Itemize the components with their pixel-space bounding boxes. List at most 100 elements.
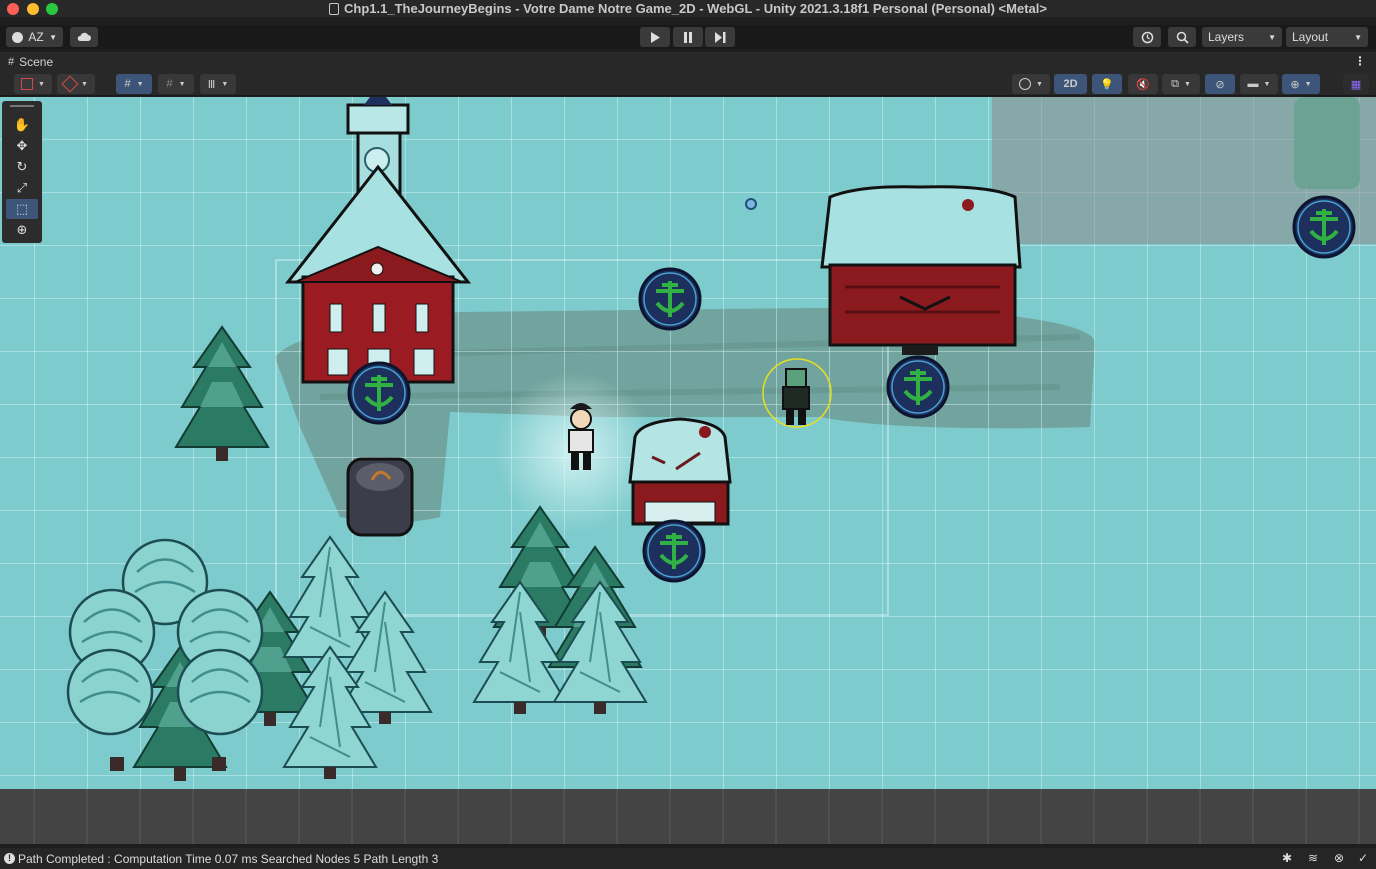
snap-grid-icon: # xyxy=(166,78,173,90)
scene-canvas xyxy=(0,97,1376,789)
bug-icon[interactable]: ✱ xyxy=(1282,851,1292,865)
cloud-icon xyxy=(77,32,91,41)
2d-toggle-label: 2D xyxy=(1063,78,1078,90)
scene-tab-bar: # Scene ⋮ xyxy=(0,52,1376,72)
offscreen-tree xyxy=(1294,97,1360,189)
transform-tool-button[interactable]: ⊕ xyxy=(6,220,38,240)
rect-transform-icon: ⬚ xyxy=(15,201,29,216)
rotate-tool-button[interactable]: ↻ xyxy=(6,157,38,177)
rect-tool-button[interactable]: ⬚ xyxy=(6,199,38,219)
cloud-button[interactable] xyxy=(70,27,98,47)
shading-mode-dropdown[interactable]: ▼ xyxy=(1012,74,1050,94)
increment-snap-dropdown[interactable]: Ⅲ ▼ xyxy=(200,74,236,94)
audio-toggle[interactable]: 🔇 xyxy=(1128,74,1158,94)
window-title: Chp1.1_TheJourneyBegins - Votre Dame Not… xyxy=(344,1,1047,16)
grid-visibility-dropdown[interactable]: # ▼ xyxy=(116,74,152,94)
check-circle-icon[interactable]: ✓ xyxy=(1358,851,1368,865)
2d-toggle[interactable]: 2D xyxy=(1054,74,1087,94)
grid-dots-icon: ▦ xyxy=(1350,78,1362,91)
pause-icon xyxy=(684,31,692,43)
scale-icon: ⤢ xyxy=(16,180,28,195)
lightbulb-icon: 💡 xyxy=(1100,78,1114,91)
red-barn-building xyxy=(820,185,1022,355)
rotate-icon: ↻ xyxy=(16,159,28,174)
snowy-round-tree xyxy=(176,648,264,736)
draw-mode-icon xyxy=(21,78,34,90)
step-icon xyxy=(714,31,725,43)
camera-icon: ▬ xyxy=(1247,78,1259,90)
info-icon: ! xyxy=(4,853,15,864)
hand-tool-button[interactable]: ✋ xyxy=(6,115,38,135)
hidden-objects-toggle[interactable]: ⊘ xyxy=(1205,74,1235,94)
chevron-down-icon: ▼ xyxy=(1268,32,1276,42)
step-button[interactable] xyxy=(705,27,735,47)
scale-tool-button[interactable]: ⤢ xyxy=(6,178,38,198)
more-options-icon[interactable]: ⋮ xyxy=(1354,54,1366,68)
pause-button[interactable] xyxy=(673,27,703,47)
overlay-menu-button[interactable]: ▦ xyxy=(1343,74,1369,94)
transform-icon: ⊕ xyxy=(16,222,28,237)
hand-icon: ✋ xyxy=(13,117,31,132)
history-icon xyxy=(1141,31,1153,43)
cube-icon xyxy=(61,75,79,93)
effects-icon: ⧉ xyxy=(1171,77,1179,90)
move-arrows-icon: ✥ xyxy=(16,138,28,153)
ruler-icon: Ⅲ xyxy=(207,78,216,91)
close-window-button[interactable] xyxy=(7,3,19,15)
waypoint-marker xyxy=(886,355,950,419)
chevron-down-icon: ▼ xyxy=(1263,80,1271,88)
move-tool-button[interactable]: ✥ xyxy=(6,136,38,156)
layers-label: Layers xyxy=(1208,30,1245,44)
search-icon xyxy=(1176,31,1189,44)
play-button[interactable] xyxy=(640,27,670,47)
minimize-window-button[interactable] xyxy=(27,3,39,15)
network-icon[interactable]: ⊗ xyxy=(1334,851,1344,865)
database-icon[interactable]: ≋ xyxy=(1308,851,1318,865)
eye-slash-icon: ⊘ xyxy=(1215,78,1225,91)
account-label: AZ xyxy=(28,30,44,44)
chevron-down-icon: ▼ xyxy=(1183,80,1191,88)
effects-dropdown[interactable]: ⧉ ▼ xyxy=(1162,74,1200,94)
stone-well xyxy=(346,457,414,537)
orientation-dropdown[interactable]: ▼ xyxy=(57,74,95,94)
status-bar: ! Path Completed : Computation Time 0.07… xyxy=(0,848,1376,869)
draw-mode-dropdown[interactable]: ▼ xyxy=(14,74,52,94)
lower-panel xyxy=(0,789,1376,844)
layout-label: Layout xyxy=(1292,30,1329,44)
chevron-down-icon: ▼ xyxy=(1036,80,1043,88)
chevron-down-icon: ▼ xyxy=(49,32,57,42)
unity-logo-icon xyxy=(329,2,340,15)
status-message[interactable]: Path Completed : Computation Time 0.07 m… xyxy=(18,852,438,866)
layers-dropdown[interactable]: Layers ▼ xyxy=(1202,27,1282,47)
grid-hash-icon: # xyxy=(8,56,15,68)
sphere-icon xyxy=(1019,78,1032,90)
grid-snap-dropdown[interactable]: # ▼ xyxy=(158,74,194,94)
main-toolbar: AZ ▼ Layers ▼ Layout ▼ xyxy=(0,25,1376,49)
undo-history-button[interactable] xyxy=(1133,27,1161,47)
chevron-down-icon: ▼ xyxy=(38,80,45,88)
waypoint-marker xyxy=(642,519,706,583)
chevron-down-icon: ▼ xyxy=(178,80,186,88)
play-icon xyxy=(651,31,660,43)
account-dropdown[interactable]: AZ ▼ xyxy=(6,27,63,47)
lighting-toggle[interactable]: 💡 xyxy=(1092,74,1122,94)
lower-grid xyxy=(33,789,1360,844)
layout-dropdown[interactable]: Layout ▼ xyxy=(1286,27,1368,47)
tab-scene[interactable]: # Scene xyxy=(0,52,53,72)
chevron-down-icon: ▼ xyxy=(1304,80,1312,88)
tab-scene-label: Scene xyxy=(19,55,54,69)
tools-overlay: ✋ ✥ ↻ ⤢ ⬚ ⊕ xyxy=(2,101,42,243)
scene-toolbar: ▼ ▼ # ▼ # ▼ Ⅲ ▼ ▼ 2D 💡 🔇 ⧉ ▼ ⊘ ▬ ▼ ⊕ ▼ ▦ xyxy=(0,72,1376,96)
chevron-down-icon: ▼ xyxy=(81,80,88,88)
snowy-round-tree xyxy=(66,648,154,736)
camera-dropdown[interactable]: ▬ ▼ xyxy=(1240,74,1278,94)
search-button[interactable] xyxy=(1168,27,1196,47)
small-house-building xyxy=(628,417,732,526)
gizmos-dropdown[interactable]: ⊕ ▼ xyxy=(1282,74,1320,94)
waypoint-marker xyxy=(638,267,702,331)
maximize-window-button[interactable] xyxy=(46,3,58,15)
tools-drag-handle[interactable] xyxy=(10,105,34,107)
account-icon xyxy=(12,31,23,43)
scene-viewport[interactable] xyxy=(0,97,1376,789)
chevron-down-icon: ▼ xyxy=(221,80,229,88)
